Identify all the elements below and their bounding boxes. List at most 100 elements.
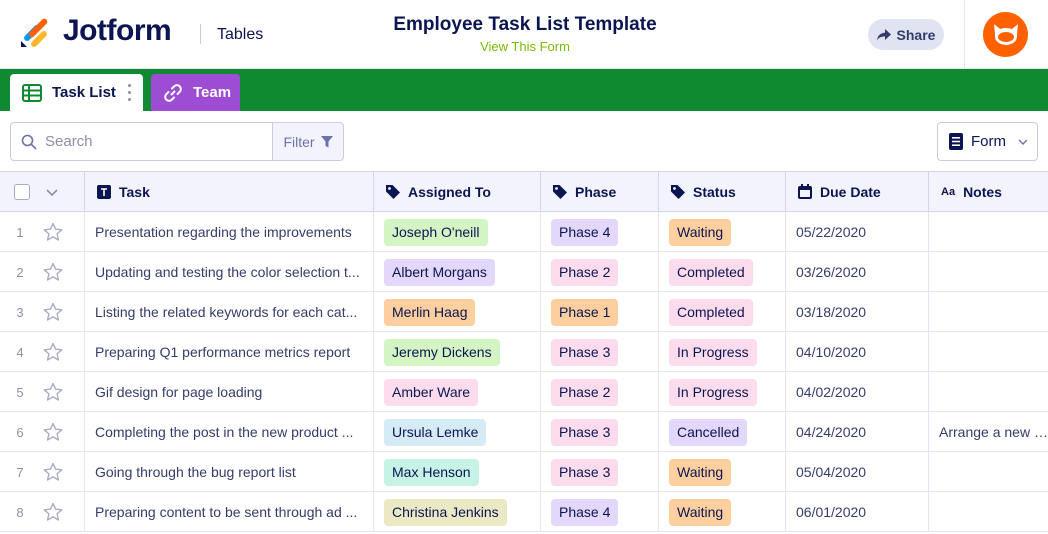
notes-cell[interactable]	[929, 252, 1048, 292]
phase-tag: Phase 1	[551, 298, 619, 326]
view-form-link[interactable]: View This Form	[330, 39, 720, 54]
status-cell[interactable]: Completed	[659, 252, 786, 292]
select-all-checkbox[interactable]	[14, 184, 30, 200]
star-icon[interactable]	[42, 302, 64, 322]
assigned-tag: Merlin Haag	[384, 298, 476, 326]
search-input[interactable]	[45, 133, 255, 150]
filter-button[interactable]: Filter	[272, 122, 344, 161]
select-all-column	[0, 172, 85, 211]
task-cell[interactable]: Preparing content to be sent through ad …	[85, 492, 374, 532]
table-row[interactable]: 5 Gif design for page loading Amber Ware Ph…	[0, 372, 1048, 412]
avatar[interactable]	[983, 12, 1028, 57]
phase-cell[interactable]: Phase 2	[541, 372, 659, 412]
column-header-assigned-to[interactable]: Assigned To	[374, 172, 541, 211]
notes-cell[interactable]	[929, 492, 1048, 532]
due-date-cell[interactable]: 04/02/2020	[786, 372, 929, 412]
assigned-to-cell[interactable]: Ursula Lemke	[374, 412, 541, 452]
share-button[interactable]: Share	[868, 19, 944, 50]
phase-cell[interactable]: Phase 3	[541, 452, 659, 492]
assigned-to-cell[interactable]: Merlin Haag	[374, 292, 541, 332]
column-label: Phase	[575, 183, 617, 200]
grid-table-icon	[22, 83, 42, 102]
form-button[interactable]: Form	[937, 122, 1038, 161]
assigned-to-cell[interactable]: Christina Jenkins	[374, 492, 541, 532]
task-cell[interactable]: Gif design for page loading	[85, 372, 374, 412]
tab-options-menu-icon[interactable]	[127, 84, 131, 101]
status-tag: Completed	[669, 298, 753, 326]
status-cell[interactable]: In Progress	[659, 372, 786, 412]
assigned-to-cell[interactable]: Albert Morgans	[374, 252, 541, 292]
page-title: Employee Task List Template	[393, 14, 657, 35]
notes-cell[interactable]	[929, 292, 1048, 332]
status-cell[interactable]: Waiting	[659, 212, 786, 252]
star-icon[interactable]	[42, 222, 64, 242]
status-cell[interactable]: In Progress	[659, 332, 786, 372]
star-icon[interactable]	[42, 382, 64, 402]
status-cell[interactable]: Waiting	[659, 492, 786, 532]
star-icon[interactable]	[42, 262, 64, 282]
task-cell[interactable]: Going through the bug report list	[85, 452, 374, 492]
column-header-notes[interactable]: Aa Notes	[929, 172, 1048, 211]
due-date-cell[interactable]: 06/01/2020	[786, 492, 929, 532]
table-row[interactable]: 3 Listing the related keywords for each c…	[0, 292, 1048, 332]
table-row[interactable]: 1 Presentation regarding the improvements…	[0, 212, 1048, 252]
tab-team[interactable]: Team	[151, 74, 240, 111]
column-header-status[interactable]: Status	[659, 172, 786, 211]
due-date-cell[interactable]: 05/04/2020	[786, 452, 929, 492]
column-header-task[interactable]: Task	[85, 172, 374, 211]
notes-cell[interactable]	[929, 212, 1048, 252]
notes-cell[interactable]	[929, 332, 1048, 372]
status-cell[interactable]: Cancelled	[659, 412, 786, 452]
phase-cell[interactable]: Phase 4	[541, 212, 659, 252]
table-row[interactable]: 7 Going through the bug report list Max He…	[0, 452, 1048, 492]
notes-cell[interactable]	[929, 372, 1048, 412]
logo-text[interactable]: Jotform	[63, 14, 172, 48]
star-icon[interactable]	[42, 502, 64, 522]
due-text: 04/24/2020	[796, 424, 867, 440]
status-cell[interactable]: Waiting	[659, 452, 786, 492]
star-icon[interactable]	[42, 342, 64, 362]
task-cell[interactable]: Presentation regarding the improvements	[85, 212, 374, 252]
jotform-logo-icon[interactable]	[20, 16, 50, 48]
chevron-down-icon[interactable]	[44, 184, 60, 200]
task-cell[interactable]: Completing the post in the new product .…	[85, 412, 374, 452]
table-row[interactable]: 4 Preparing Q1 performance metrics report…	[0, 332, 1048, 372]
column-header-phase[interactable]: Phase	[541, 172, 659, 211]
due-date-cell[interactable]: 03/26/2020	[786, 252, 929, 292]
phase-cell[interactable]: Phase 3	[541, 412, 659, 452]
task-cell[interactable]: Updating and testing the color selection…	[85, 252, 374, 292]
assigned-to-cell[interactable]: Joseph O'neill	[374, 212, 541, 252]
phase-cell[interactable]: Phase 3	[541, 332, 659, 372]
phase-tag: Phase 3	[551, 338, 619, 366]
star-icon[interactable]	[42, 422, 64, 442]
task-cell[interactable]: Listing the related keywords for each ca…	[85, 292, 374, 332]
table-row[interactable]: 8 Preparing content to be sent through ad…	[0, 492, 1048, 532]
star-icon[interactable]	[42, 462, 64, 482]
tab-task-list[interactable]: Task List	[10, 74, 143, 111]
assigned-to-cell[interactable]: Max Henson	[374, 452, 541, 492]
column-header-due-date[interactable]: Due Date	[786, 172, 929, 211]
calendar-icon	[798, 184, 812, 199]
assigned-to-cell[interactable]: Jeremy Dickens	[374, 332, 541, 372]
due-date-cell[interactable]: 03/18/2020	[786, 292, 929, 332]
notes-cell[interactable]: Arrange a new on	[929, 412, 1048, 452]
due-date-cell[interactable]: 05/22/2020	[786, 212, 929, 252]
status-cell[interactable]: Completed	[659, 292, 786, 332]
phase-cell[interactable]: Phase 4	[541, 492, 659, 532]
due-date-cell[interactable]: 04/10/2020	[786, 332, 929, 372]
due-text: 04/02/2020	[796, 384, 867, 400]
task-text: Completing the post in the new product .…	[95, 424, 354, 440]
search-box[interactable]	[10, 122, 273, 161]
table-row[interactable]: 6 Completing the post in the new product …	[0, 412, 1048, 452]
phase-cell[interactable]: Phase 1	[541, 292, 659, 332]
section-label[interactable]: Tables	[217, 26, 263, 44]
podo-cat-icon	[993, 23, 1018, 45]
notes-cell[interactable]	[929, 452, 1048, 492]
task-cell[interactable]: Preparing Q1 performance metrics report	[85, 332, 374, 372]
table-row[interactable]: 2 Updating and testing the color selectio…	[0, 252, 1048, 292]
column-label: Due Date	[820, 183, 881, 200]
due-date-cell[interactable]: 04/24/2020	[786, 412, 929, 452]
share-label: Share	[896, 26, 936, 43]
assigned-to-cell[interactable]: Amber Ware	[374, 372, 541, 412]
phase-cell[interactable]: Phase 2	[541, 252, 659, 292]
